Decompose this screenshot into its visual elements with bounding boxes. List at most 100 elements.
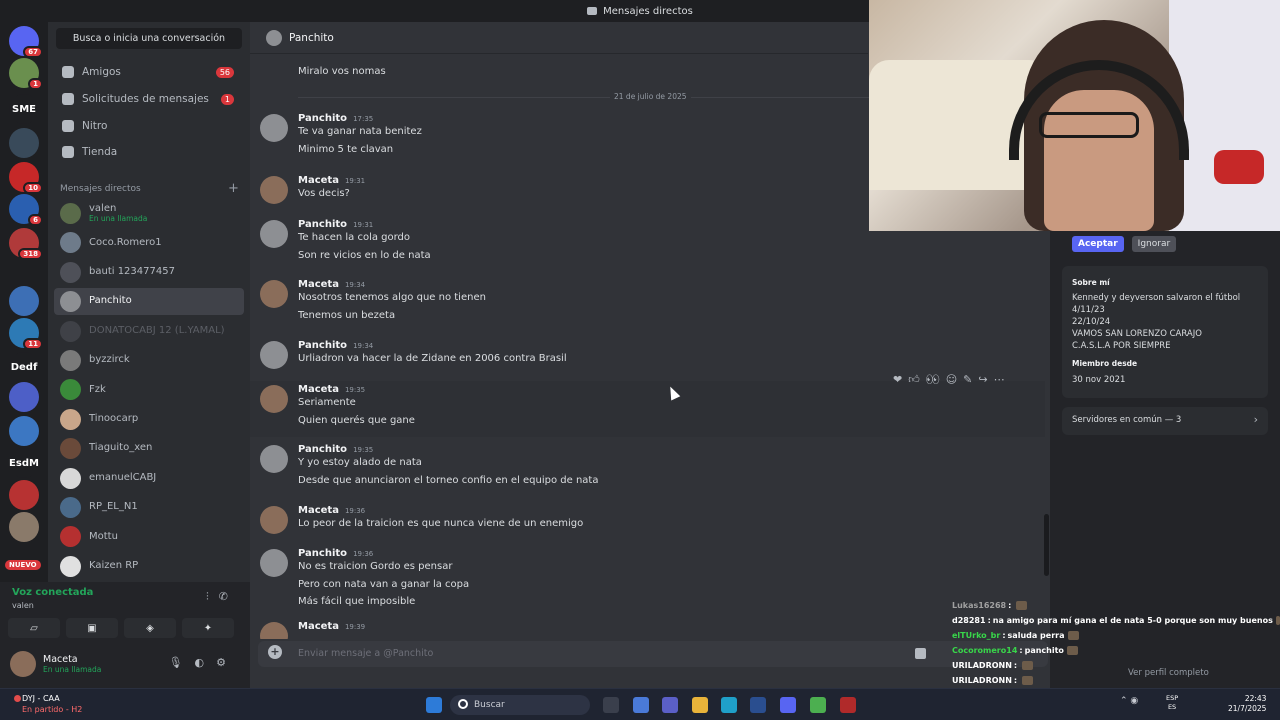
copilot-icon[interactable]	[633, 697, 649, 713]
tray-icons[interactable]: ⌃ ◉	[1120, 696, 1138, 706]
activity-button[interactable]: ◈	[124, 618, 176, 638]
message[interactable]: Maceta 19:36 Lo peor de la traicion es que…	[250, 502, 1045, 541]
avatar[interactable]	[260, 506, 288, 534]
camera-button[interactable]: ▱	[8, 618, 60, 638]
dm-item[interactable]: Kaizen RP	[54, 553, 244, 580]
eyes-icon[interactable]: 👀︎	[926, 373, 940, 386]
dm-item[interactable]: emanuelCABJ	[54, 465, 244, 492]
edge-icon[interactable]	[721, 697, 737, 713]
add-dm-button[interactable]: +	[228, 181, 239, 196]
message[interactable]: Maceta 19:34 Nosotros tenemos algo que no …	[250, 276, 1045, 332]
server-icon[interactable]: 318	[9, 228, 43, 260]
message-author[interactable]: Panchito 19:36	[298, 548, 373, 559]
nav-nitro[interactable]: Nitro	[54, 114, 244, 138]
server-icon[interactable]: 10	[9, 162, 43, 194]
dm-item[interactable]: bauti 123477457	[54, 259, 244, 286]
message-author[interactable]: Panchito 19:31	[298, 219, 373, 230]
server-icon[interactable]	[9, 480, 39, 510]
taskbar-game-widget[interactable]: DYJ - CAA En partido - H2	[14, 693, 82, 715]
server-icon[interactable]: 1	[9, 58, 43, 90]
avatar[interactable]	[260, 114, 288, 142]
obs-icon[interactable]	[840, 697, 856, 713]
server-icon[interactable]: Dedf	[9, 352, 39, 382]
avatar[interactable]	[260, 445, 288, 473]
more-icon[interactable]: ⋯	[994, 373, 1005, 386]
message-input[interactable]: + Enviar mensaje a @Panchito	[258, 641, 1048, 667]
ignore-button[interactable]: Ignorar	[1131, 236, 1177, 252]
avatar[interactable]	[260, 622, 288, 639]
server-icon[interactable]	[9, 128, 39, 158]
server-icon[interactable]: 11	[9, 318, 43, 350]
taskbar-search[interactable]: Buscar	[450, 695, 590, 715]
teams-icon[interactable]	[662, 697, 678, 713]
avatar[interactable]	[10, 651, 36, 677]
forward-icon[interactable]: ↪	[978, 373, 987, 386]
avatar[interactable]	[260, 176, 288, 204]
avatar[interactable]	[260, 385, 288, 413]
soundboard-button[interactable]: ✦	[182, 618, 234, 638]
accept-button[interactable]: Aceptar	[1072, 236, 1124, 252]
message-author[interactable]: Maceta 19:31	[298, 175, 365, 186]
message[interactable]: Panchito 19:35 Y yo estoy alado de nata Des…	[250, 441, 1045, 497]
dm-item[interactable]: Tiaguito_xen	[54, 435, 244, 462]
gift-icon[interactable]	[915, 648, 926, 659]
clock[interactable]: 22:43 21/7/2025	[1228, 694, 1266, 714]
nav-shop[interactable]: Tienda	[54, 140, 244, 164]
scrollbar[interactable]	[1044, 514, 1049, 576]
message-author[interactable]: Maceta 19:39	[298, 621, 365, 632]
message-author[interactable]: Panchito 19:34	[298, 340, 373, 351]
mic-headset-settings-icons[interactable]: 🎙︎◐⚙	[169, 656, 238, 669]
dm-item[interactable]: Mottu	[54, 523, 244, 550]
discord-icon[interactable]	[780, 697, 796, 713]
server-icon[interactable]	[9, 286, 39, 316]
avatar[interactable]	[260, 549, 288, 577]
message-author[interactable]: Panchito 17:35	[298, 113, 373, 124]
server-icon[interactable]: 6	[9, 194, 43, 226]
avatar[interactable]	[260, 220, 288, 248]
mutual-servers-button[interactable]: Servidores en común — 3 ›	[1062, 407, 1268, 435]
dm-item[interactable]: RP_EL_N1	[54, 494, 244, 521]
message-author[interactable]: Maceta 19:36	[298, 505, 365, 516]
dm-item[interactable]: Panchito	[54, 288, 244, 316]
server-icon[interactable]	[9, 416, 39, 446]
message-time: 19:36	[344, 507, 366, 515]
dm-item[interactable]: byzzirck	[54, 347, 244, 374]
message[interactable]: Maceta 19:35 Seriamente Quien querés que ga…	[250, 381, 1045, 437]
message[interactable]: Panchito 19:36 No es traicion Gordo es pen…	[250, 545, 1045, 618]
nav-friends[interactable]: Amigos 56	[54, 60, 244, 84]
store-icon[interactable]	[750, 697, 766, 713]
edit-icon[interactable]: ✎	[963, 373, 972, 386]
screen-share-button[interactable]: ▣	[66, 618, 118, 638]
server-icon[interactable]: SME	[9, 94, 39, 124]
server-icon[interactable]	[9, 512, 39, 542]
nav-message-requests[interactable]: Solicitudes de mensajes 1	[54, 87, 244, 111]
language-indicator[interactable]: ESP ES	[1166, 694, 1178, 712]
chrome-icon[interactable]	[810, 697, 826, 713]
dm-item[interactable]: Tinoocarp	[54, 406, 244, 433]
message-author[interactable]: Maceta 19:34	[298, 279, 365, 290]
dm-item[interactable]: Coco.Romero1	[54, 229, 244, 256]
dm-item[interactable]: valen En una llamada	[54, 200, 244, 227]
task-view-icon[interactable]	[603, 697, 619, 713]
add-attachment-button[interactable]: +	[268, 645, 282, 659]
search-conversation-button[interactable]: Busca o inicia una conversación	[56, 28, 242, 49]
server-icon[interactable]: 67	[9, 26, 43, 58]
file-explorer-icon[interactable]	[692, 697, 708, 713]
dm-item[interactable]: DONATOCABJ 12 (L.YAMAL)	[54, 318, 244, 345]
message-author[interactable]: Panchito 19:35	[298, 444, 373, 455]
server-icon[interactable]: EsdM	[9, 448, 39, 478]
server-icon[interactable]	[9, 382, 39, 412]
emoji-icon[interactable]: ☺	[946, 373, 957, 386]
dm-sidebar: Busca o inicia una conversación Amigos 56…	[48, 22, 250, 582]
avatar[interactable]	[260, 341, 288, 369]
avatar[interactable]	[260, 280, 288, 308]
message[interactable]: Maceta 19:39	[250, 618, 1045, 639]
voice-controls[interactable]: ⫶✆	[206, 590, 238, 604]
thumbs-up-icon[interactable]: 👍︎	[908, 373, 920, 386]
dm-item[interactable]: Fzk	[54, 376, 244, 403]
start-icon[interactable]	[426, 697, 442, 713]
message-author[interactable]: Maceta 19:35	[298, 384, 365, 395]
author-name: Panchito	[298, 548, 348, 559]
message-actions-bar[interactable]: ❤ 👍︎ 👀︎ ☺ ✎ ↪ ⋯	[893, 370, 1005, 388]
reaction-icon[interactable]: ❤	[893, 373, 902, 386]
